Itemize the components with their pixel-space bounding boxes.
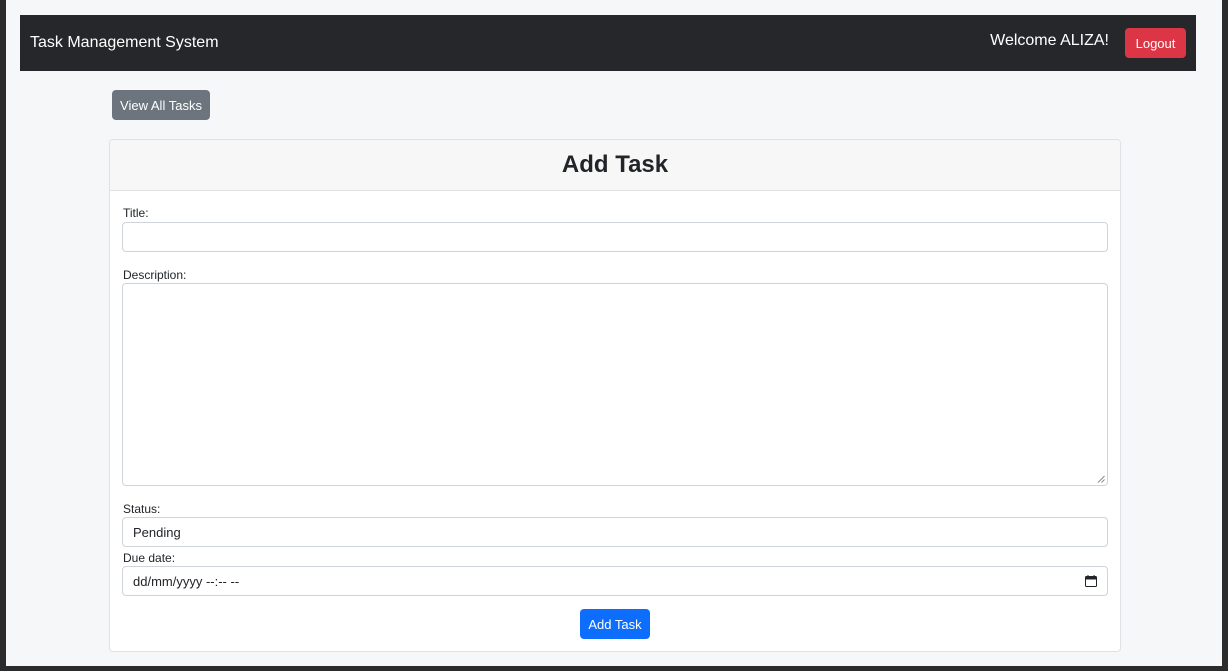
description-label: Description:	[123, 268, 187, 282]
add-task-button[interactable]: Add Task	[580, 609, 650, 639]
title-label: Title:	[123, 206, 149, 220]
resize-grip-icon[interactable]	[1097, 475, 1105, 483]
view-all-tasks-button[interactable]: View All Tasks	[112, 90, 210, 120]
due-date-input[interactable]: dd/mm/yyyy --:-- --	[122, 566, 1108, 596]
top-navbar: Task Management System Welcome ALIZA! Lo…	[20, 15, 1196, 71]
title-input[interactable]	[122, 222, 1108, 252]
navbar-right: Welcome ALIZA! Logout	[990, 28, 1186, 58]
page: Task Management System Welcome ALIZA! Lo…	[6, 0, 1222, 666]
add-task-card: Add Task Title: Description: Status: Pen…	[109, 139, 1121, 652]
navbar-brand[interactable]: Task Management System	[30, 34, 219, 52]
page-title: Add Task	[561, 151, 669, 178]
due-date-placeholder: dd/mm/yyyy --:-- --	[133, 573, 240, 589]
calendar-icon[interactable]	[1085, 575, 1097, 587]
status-label: Status:	[123, 502, 161, 516]
logout-button[interactable]: Logout	[1125, 28, 1186, 58]
description-textarea[interactable]	[122, 283, 1108, 486]
status-input[interactable]: Pending	[122, 517, 1108, 547]
welcome-text: Welcome ALIZA!	[990, 32, 1109, 49]
due-date-label: Due date:	[123, 551, 176, 565]
card-header: Add Task	[110, 140, 1120, 191]
